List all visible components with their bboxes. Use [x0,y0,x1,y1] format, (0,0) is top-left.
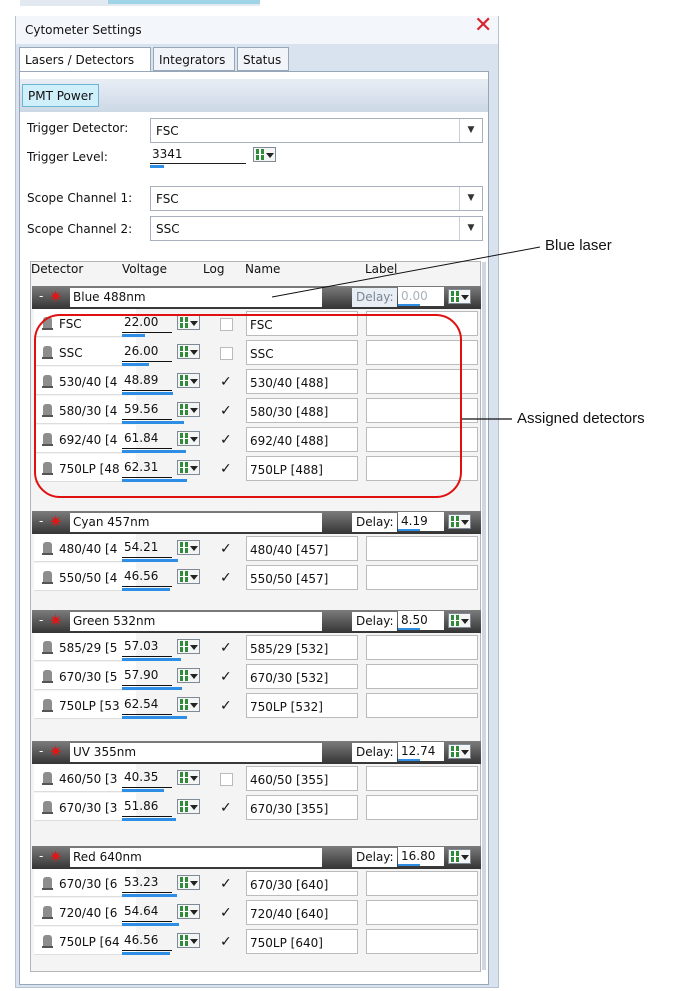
annotation-assigned-detectors: Assigned detectors [517,410,645,427]
annotation-blue-laser: Blue laser [545,237,612,254]
blue-laser-leader [271,246,541,298]
annotation-lines [271,246,541,420]
